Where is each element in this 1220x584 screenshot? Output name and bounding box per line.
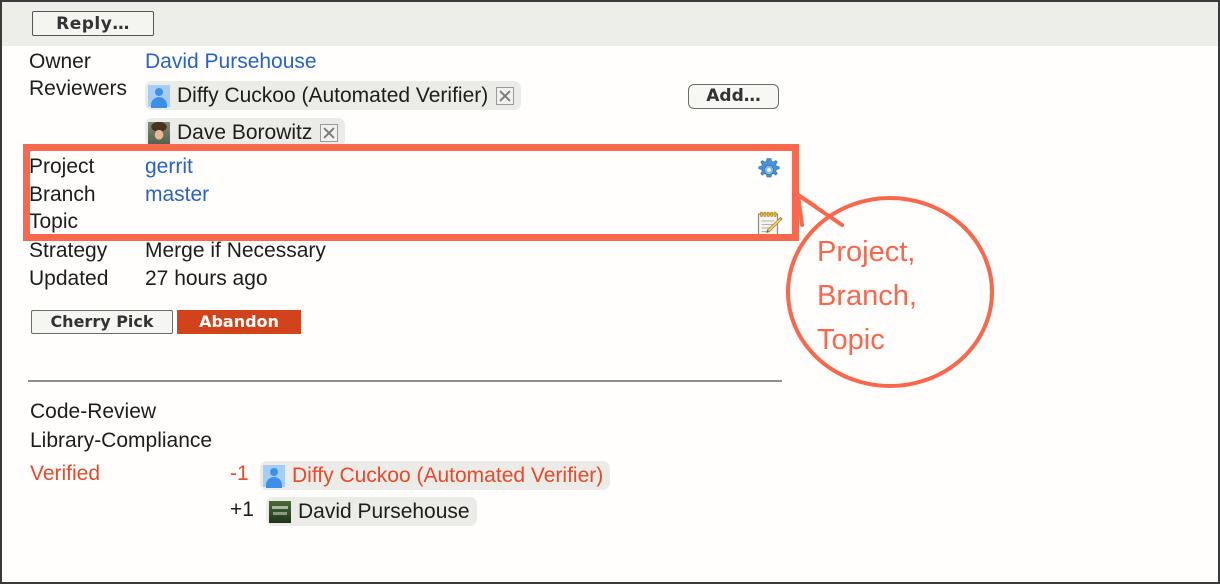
- reply-button[interactable]: Reply…: [32, 11, 154, 36]
- label-library-compliance: Library-Compliance: [30, 429, 213, 452]
- voter-chip-diffy-cuckoo: Diffy Cuckoo (Automated Verifier): [260, 461, 611, 490]
- cherry-pick-button[interactable]: Cherry Pick: [31, 310, 173, 334]
- vote-score-minus-one: -1: [230, 462, 249, 485]
- voter-chip-david-pursehouse: David Pursehouse: [266, 497, 477, 526]
- project-value-link[interactable]: gerrit: [145, 155, 193, 179]
- branch-value-link[interactable]: master: [145, 183, 209, 207]
- owner-value-link[interactable]: David Pursehouse: [145, 50, 317, 74]
- updated-label: Updated: [29, 267, 109, 290]
- abandon-button[interactable]: Abandon: [177, 310, 301, 334]
- reviewer-chip-diffy-cuckoo[interactable]: Diffy Cuckoo (Automated Verifier): [145, 81, 522, 110]
- annotation-highlight-box: [23, 144, 799, 241]
- reviewer-chip-dave-borowitz[interactable]: Dave Borowitz: [145, 118, 346, 147]
- owner-label: Owner: [29, 50, 91, 73]
- remove-x-icon[interactable]: [320, 123, 339, 142]
- gerrit-change-screen: Reply… Owner David Pursehouse Reviewers …: [0, 0, 1220, 584]
- annotation-callout-text: Project, Branch, Topic: [817, 236, 917, 356]
- section-divider: [28, 380, 782, 382]
- gear-icon[interactable]: [755, 156, 783, 184]
- reviewer-name: Dave Borowitz: [177, 120, 313, 144]
- change-header-bar: Reply…: [2, 2, 1218, 46]
- voter-name: Diffy Cuckoo (Automated Verifier): [292, 463, 604, 487]
- project-label: Project: [29, 155, 95, 178]
- vote-score-plus-one: +1: [230, 498, 254, 521]
- avatar: [148, 121, 170, 144]
- reviewers-label: Reviewers: [29, 77, 128, 100]
- strategy-value: Merge if Necessary: [145, 239, 326, 262]
- reviewer-name: Diffy Cuckoo (Automated Verifier): [177, 83, 489, 107]
- edit-notepad-icon[interactable]: [756, 210, 784, 238]
- person-placeholder-icon: [263, 464, 285, 488]
- branch-label: Branch: [29, 183, 96, 206]
- updated-value: 27 hours ago: [145, 267, 268, 290]
- strategy-label: Strategy: [29, 239, 108, 262]
- voter-name: David Pursehouse: [298, 499, 470, 523]
- person-placeholder-icon: [148, 84, 170, 108]
- add-reviewer-button[interactable]: Add…: [688, 84, 779, 109]
- avatar: [269, 500, 291, 523]
- label-code-review: Code-Review: [30, 400, 157, 423]
- label-verified: Verified: [30, 462, 101, 485]
- topic-label: Topic: [29, 210, 79, 233]
- remove-x-icon[interactable]: [496, 86, 515, 105]
